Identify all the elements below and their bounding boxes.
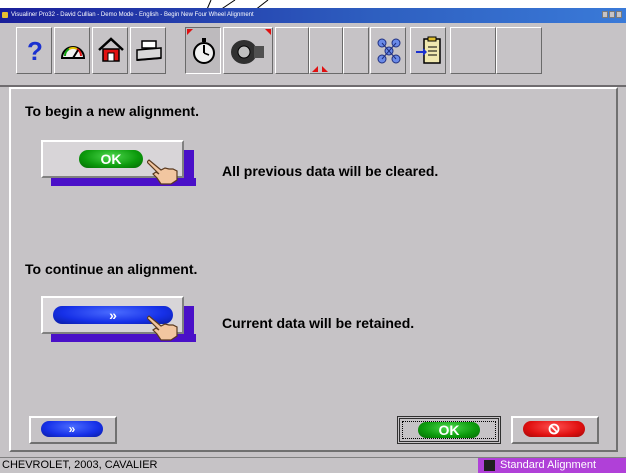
continue-alignment-note: Current data will be retained. — [222, 315, 415, 331]
grid-icon — [484, 460, 495, 471]
timer-button[interactable] — [185, 27, 221, 74]
button-shadow — [184, 306, 194, 342]
indicator-mark — [265, 29, 271, 35]
print-button[interactable] — [130, 27, 166, 74]
minimize-button[interactable] — [602, 11, 608, 18]
printer-icon — [136, 40, 162, 61]
cancel-pill — [523, 421, 585, 437]
molecule-icon — [377, 38, 401, 64]
home-button[interactable] — [92, 27, 128, 74]
indicator-mark — [187, 29, 193, 35]
alignment-mode-badge: Standard Alignment — [478, 458, 626, 473]
clipboard-arrow-icon — [416, 36, 441, 64]
maximize-button[interactable] — [609, 11, 615, 18]
cancel-icon — [548, 423, 560, 435]
vehicle-info: CHEVROLET, 2003, CAVALIER — [2, 459, 158, 471]
gauge-button[interactable] — [54, 27, 90, 74]
window-title: Visualiner Pro32 - David Cullian - Demo … — [11, 12, 254, 18]
cancel-button[interactable] — [511, 416, 599, 444]
red-arrows-icon — [312, 66, 328, 72]
window-controls — [602, 11, 622, 18]
svg-text:?: ? — [27, 36, 43, 66]
toolbar-slot[interactable] — [343, 27, 369, 74]
toolbar-slot[interactable] — [496, 27, 542, 74]
network-button[interactable] — [370, 27, 406, 74]
new-alignment-heading: To begin a new alignment. — [25, 103, 199, 119]
toolbar-slot[interactable] — [309, 27, 343, 74]
ok-pill: OK — [418, 422, 480, 438]
clipboard-button[interactable] — [410, 27, 446, 74]
ok-pill: OK — [79, 150, 143, 168]
speedometer-icon — [60, 46, 86, 59]
tire-icon — [231, 40, 264, 64]
toolbar-slot[interactable] — [275, 27, 309, 74]
next-pill: » — [41, 421, 103, 437]
help-button[interactable]: ? — [16, 27, 52, 74]
next-button[interactable]: » — [29, 416, 117, 444]
button-shadow — [184, 150, 194, 186]
app-window: Visualiner Pro32 - David Cullian - Demo … — [0, 8, 626, 473]
alignment-mode-label: Standard Alignment — [500, 459, 597, 471]
pointing-hand-icon — [147, 315, 178, 341]
pointing-hand-icon — [147, 159, 178, 185]
close-button[interactable] — [616, 11, 622, 18]
toolbar-slot[interactable] — [450, 27, 496, 74]
question-mark-icon: ? — [27, 36, 43, 66]
title-bar: Visualiner Pro32 - David Cullian - Demo … — [0, 8, 626, 23]
ok-button[interactable]: OK — [397, 416, 501, 444]
continue-alignment-heading: To continue an alignment. — [25, 261, 198, 277]
begin-new-alignment-button[interactable]: OK — [41, 140, 196, 186]
home-icon — [98, 37, 124, 62]
toolbar: ? — [0, 23, 626, 87]
wheel-button[interactable] — [223, 27, 273, 74]
alignment-options-panel: To begin a new alignment. OK All previou… — [9, 87, 618, 452]
new-alignment-note: All previous data will be cleared. — [222, 163, 439, 179]
app-icon — [2, 12, 8, 18]
status-bar: CHEVROLET, 2003, CAVALIER Standard Align… — [0, 457, 626, 473]
stopwatch-icon — [193, 38, 215, 64]
continue-alignment-button[interactable]: » — [41, 296, 196, 342]
